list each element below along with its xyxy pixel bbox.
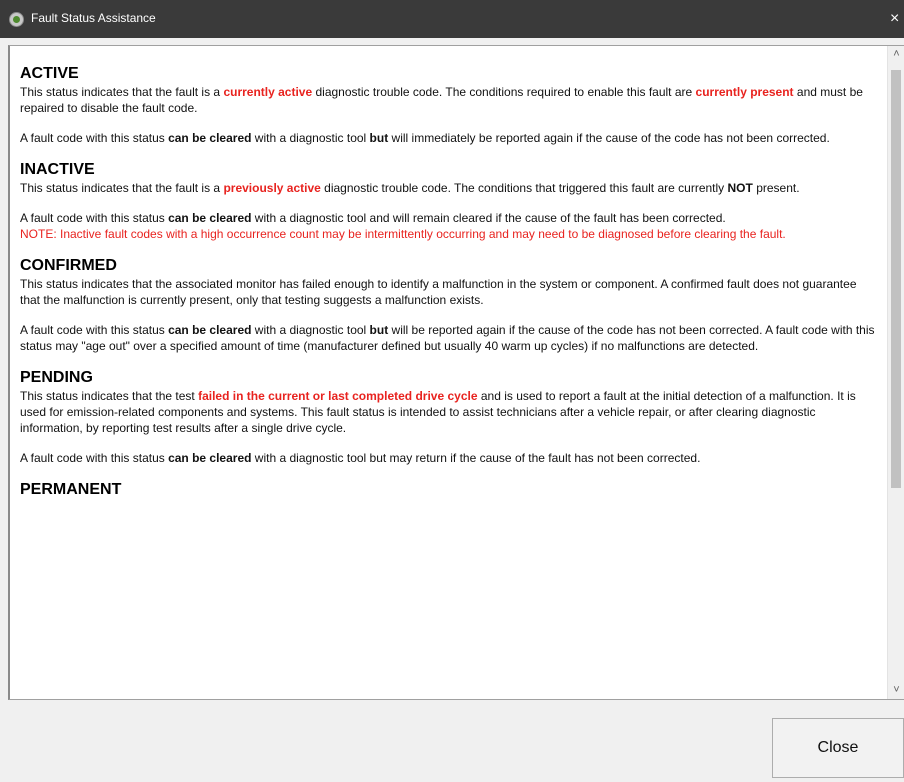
- body-text: will immediately be reported again if th…: [388, 131, 830, 145]
- body-text: A fault code with this status: [20, 211, 169, 225]
- status-section-permanent: PERMANENT: [20, 480, 887, 500]
- close-button[interactable]: Close: [772, 718, 904, 778]
- section-paragraph: This status indicates that the associate…: [20, 276, 878, 308]
- dialog-footer: Close: [0, 700, 904, 782]
- body-text: diagnostic trouble code. The conditions …: [320, 181, 728, 195]
- bold-text: can be cleared: [168, 211, 252, 225]
- body-text: with a diagnostic tool: [251, 131, 370, 145]
- app-logo-icon: [9, 12, 24, 27]
- body-text: with a diagnostic tool but may return if…: [251, 451, 701, 465]
- bold-text: but: [369, 323, 389, 337]
- highlight-text: failed in the current or last completed …: [198, 389, 478, 403]
- section-heading: CONFIRMED: [20, 257, 117, 274]
- section-heading: PERMANENT: [20, 481, 122, 498]
- scroll-down-icon[interactable]: ˅: [888, 682, 904, 699]
- body-text: with a diagnostic tool: [251, 323, 370, 337]
- body-text: This status indicates that the fault is …: [20, 85, 224, 99]
- status-section-inactive: INACTIVE This status indicates that the f…: [20, 160, 887, 242]
- body-text: This status indicates that the associate…: [20, 277, 857, 307]
- body-text: with a diagnostic tool and will remain c…: [251, 211, 726, 225]
- body-text: present.: [752, 181, 800, 195]
- section-paragraph: A fault code with this status can be cle…: [20, 450, 878, 466]
- scrollbar-thumb[interactable]: [891, 70, 901, 488]
- body-text: A fault code with this status: [20, 131, 169, 145]
- body-text: This status indicates that the test: [20, 389, 199, 403]
- section-heading: ACTIVE: [20, 65, 79, 82]
- title-bar: Fault Status Assistance ×: [0, 0, 904, 38]
- section-paragraph: A fault code with this status can be cle…: [20, 210, 878, 242]
- section-heading: INACTIVE: [20, 161, 95, 178]
- section-paragraph: This status indicates that the test fail…: [20, 388, 878, 436]
- body-text: A fault code with this status: [20, 451, 169, 465]
- bold-text: can be cleared: [168, 323, 252, 337]
- highlight-text: previously active: [223, 181, 321, 195]
- bold-text: can be cleared: [168, 451, 252, 465]
- status-section-pending: PENDING This status indicates that the te…: [20, 368, 887, 466]
- body-text: diagnostic trouble code. The conditions …: [312, 85, 696, 99]
- body-text: This status indicates that the fault is …: [20, 181, 224, 195]
- scroll-up-icon[interactable]: ˄: [888, 46, 904, 63]
- section-paragraph: This status indicates that the fault is …: [20, 180, 878, 196]
- status-section-active: ACTIVE This status indicates that the fau…: [20, 64, 887, 146]
- highlight-text: NOTE: Inactive fault codes with a high o…: [20, 227, 786, 241]
- help-text-area[interactable]: ACTIVE This status indicates that the fau…: [10, 46, 887, 699]
- vertical-scrollbar[interactable]: ˄ ˅: [887, 46, 904, 699]
- bold-text: can be cleared: [168, 131, 252, 145]
- window-title: Fault Status Assistance: [31, 11, 156, 25]
- highlight-text: currently present: [695, 85, 794, 99]
- close-icon[interactable]: ×: [890, 8, 904, 30]
- content-frame: ACTIVE This status indicates that the fau…: [8, 45, 904, 700]
- bold-text: but: [369, 131, 389, 145]
- highlight-text: currently active: [223, 85, 313, 99]
- bold-text: NOT: [727, 181, 753, 195]
- status-section-confirmed: CONFIRMED This status indicates that the …: [20, 256, 887, 354]
- section-paragraph: A fault code with this status can be cle…: [20, 130, 878, 146]
- section-paragraph: This status indicates that the fault is …: [20, 84, 878, 116]
- section-paragraph: A fault code with this status can be cle…: [20, 322, 878, 354]
- section-heading: PENDING: [20, 369, 93, 386]
- body-text: A fault code with this status: [20, 323, 169, 337]
